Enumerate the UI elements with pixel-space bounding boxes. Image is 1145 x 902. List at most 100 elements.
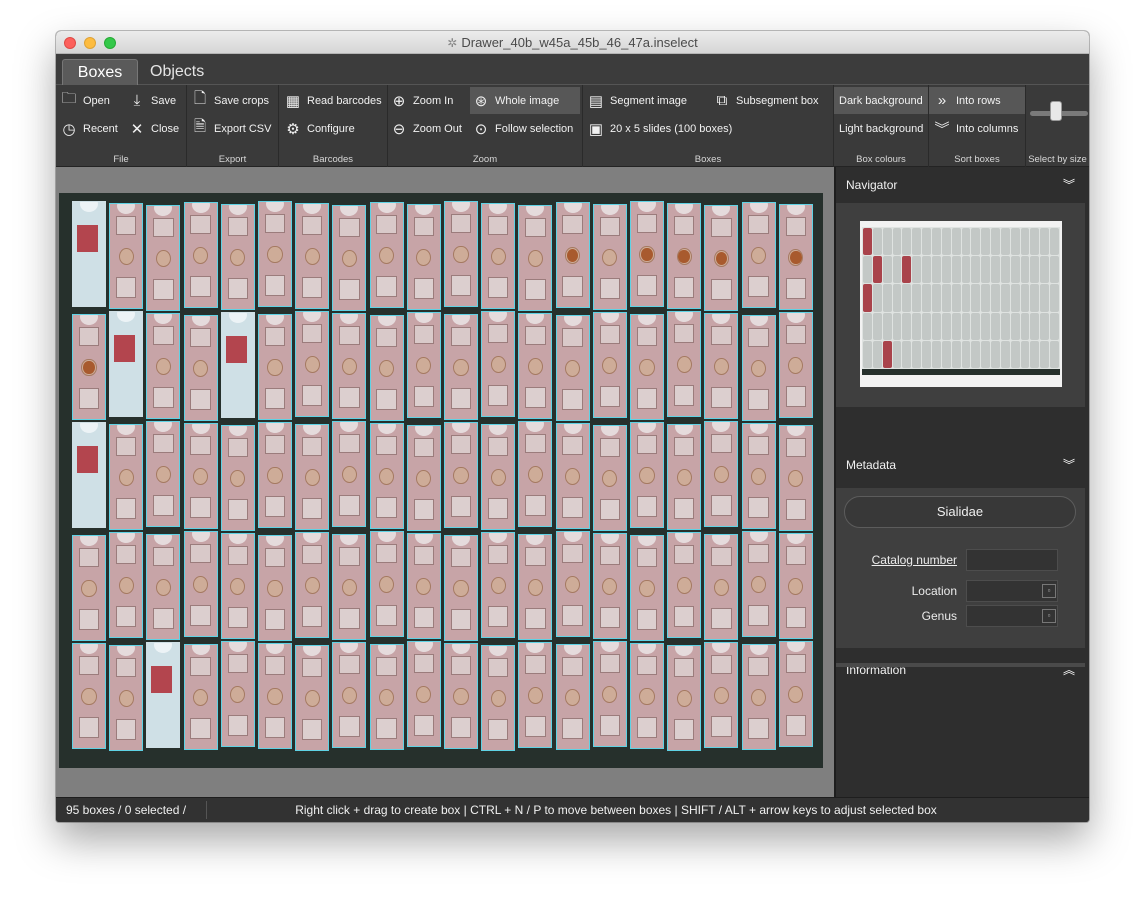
slide-box[interactable] [295,532,330,638]
slide-box[interactable] [444,535,478,641]
slide-box[interactable] [258,314,292,420]
slide-box[interactable] [220,641,255,747]
save-crops-button[interactable]: 🗋 Save crops [191,87,269,114]
dark-background-button[interactable]: Dark background [834,87,928,114]
catalog-number-label[interactable]: Catalog number [872,553,957,567]
slide-box[interactable] [295,203,330,309]
slide-box[interactable] [592,425,627,531]
slide-box[interactable] [220,533,255,639]
slide-box[interactable] [332,642,367,748]
slide-box[interactable] [220,204,255,310]
slide-box[interactable] [72,643,106,749]
slide-box[interactable] [369,202,404,308]
navigator-thumbnail[interactable] [860,221,1062,387]
slide-box[interactable] [667,645,702,751]
slide-box[interactable] [109,311,144,417]
slide-box[interactable] [332,205,367,311]
slide-box[interactable] [630,201,664,307]
tab-objects[interactable]: Objects [136,59,218,85]
slide-box[interactable] [741,202,776,308]
subsegment-box-button[interactable]: ⧉ Subsegment box [713,87,819,114]
slide-box[interactable] [592,204,627,310]
slide-box[interactable] [704,205,739,311]
follow-selection-button[interactable]: ⊙ Follow selection [472,115,574,142]
slide-box[interactable] [630,643,664,749]
slide-box[interactable] [481,203,516,309]
slide-box[interactable] [481,532,516,638]
slide-box[interactable] [72,201,106,307]
slide-box[interactable] [109,645,144,751]
slide-box[interactable] [109,532,144,638]
slide-box[interactable] [406,425,441,531]
slide-box[interactable] [741,423,776,529]
slide-box[interactable] [258,201,292,307]
slide-box[interactable] [332,534,367,640]
slide-box[interactable] [146,534,181,640]
catalog-number-input[interactable] [966,549,1058,571]
information-header[interactable]: Information ︽ [836,652,1089,688]
slide-box[interactable] [778,533,813,639]
slide-box[interactable] [146,642,181,748]
zoom-in-button[interactable]: ⊕ Zoom In [390,87,454,114]
image-canvas[interactable] [56,167,834,797]
slide-box[interactable] [518,642,553,748]
slide-box[interactable] [72,314,106,420]
slide-box[interactable] [406,533,441,639]
slide-box[interactable] [109,424,144,530]
slide-box[interactable] [778,641,813,747]
slide-box[interactable] [146,205,181,311]
slide-box[interactable] [741,644,776,750]
metadata-header[interactable]: Metadata ︾ [836,447,1089,483]
light-background-button[interactable]: Light background [839,115,923,142]
slide-box[interactable] [592,641,627,747]
read-barcodes-button[interactable]: ▦ Read barcodes [284,87,382,114]
slide-box[interactable] [406,641,441,747]
zoom-out-button[interactable]: ⊖ Zoom Out [390,115,462,142]
slide-box[interactable] [667,424,702,530]
navigator-header[interactable]: Navigator ︾ [836,167,1089,203]
metadata-template-button[interactable]: Sialidae [844,496,1076,528]
slide-box[interactable] [444,643,478,749]
dropdown-icon[interactable]: ▫ [1042,609,1056,623]
into-rows-button[interactable]: » Into rows [929,87,1025,114]
slide-box[interactable] [778,312,813,418]
slide-box[interactable] [444,422,478,528]
size-slider-handle[interactable] [1050,101,1062,121]
slide-box[interactable] [146,313,181,419]
slide-box[interactable] [369,315,404,421]
slide-box[interactable] [295,424,330,530]
export-csv-button[interactable]: 🗎 Export CSV [191,115,272,142]
slide-box[interactable] [518,205,553,311]
slide-box[interactable] [518,534,553,640]
slide-box[interactable] [220,425,255,531]
segment-image-button[interactable]: ▤ Segment image [587,87,687,114]
slide-box[interactable] [444,201,478,307]
slide-box[interactable] [146,421,181,527]
slide-box[interactable] [555,315,590,421]
slide-box[interactable] [183,423,218,529]
slide-box[interactable] [555,644,590,750]
slide-box[interactable] [332,421,367,527]
slide-box[interactable] [295,311,330,417]
grid-preset-button[interactable]: ▣ 20 x 5 slides (100 boxes) [587,115,732,142]
slide-box[interactable] [704,421,739,527]
slide-box[interactable] [778,204,813,310]
configure-button[interactable]: ⚙ Configure [284,115,354,142]
slide-box[interactable] [518,313,553,419]
slide-box[interactable] [555,202,590,308]
whole-image-button[interactable]: ⊛ Whole image [470,87,580,114]
location-input[interactable]: ▫ [966,580,1058,602]
dropdown-icon[interactable]: ▫ [1042,584,1056,598]
recent-button[interactable]: ◷ Recent [60,115,117,142]
slide-box[interactable] [183,202,218,308]
slide-box[interactable] [295,645,330,751]
slide-box[interactable] [258,422,292,528]
slide-box[interactable] [220,312,255,418]
slide-box[interactable] [592,533,627,639]
slide-box[interactable] [555,531,590,637]
genus-input[interactable]: ▫ [966,605,1058,627]
slide-box[interactable] [630,535,664,641]
slide-box[interactable] [667,311,702,417]
slide-box[interactable] [741,315,776,421]
slide-box[interactable] [406,312,441,418]
